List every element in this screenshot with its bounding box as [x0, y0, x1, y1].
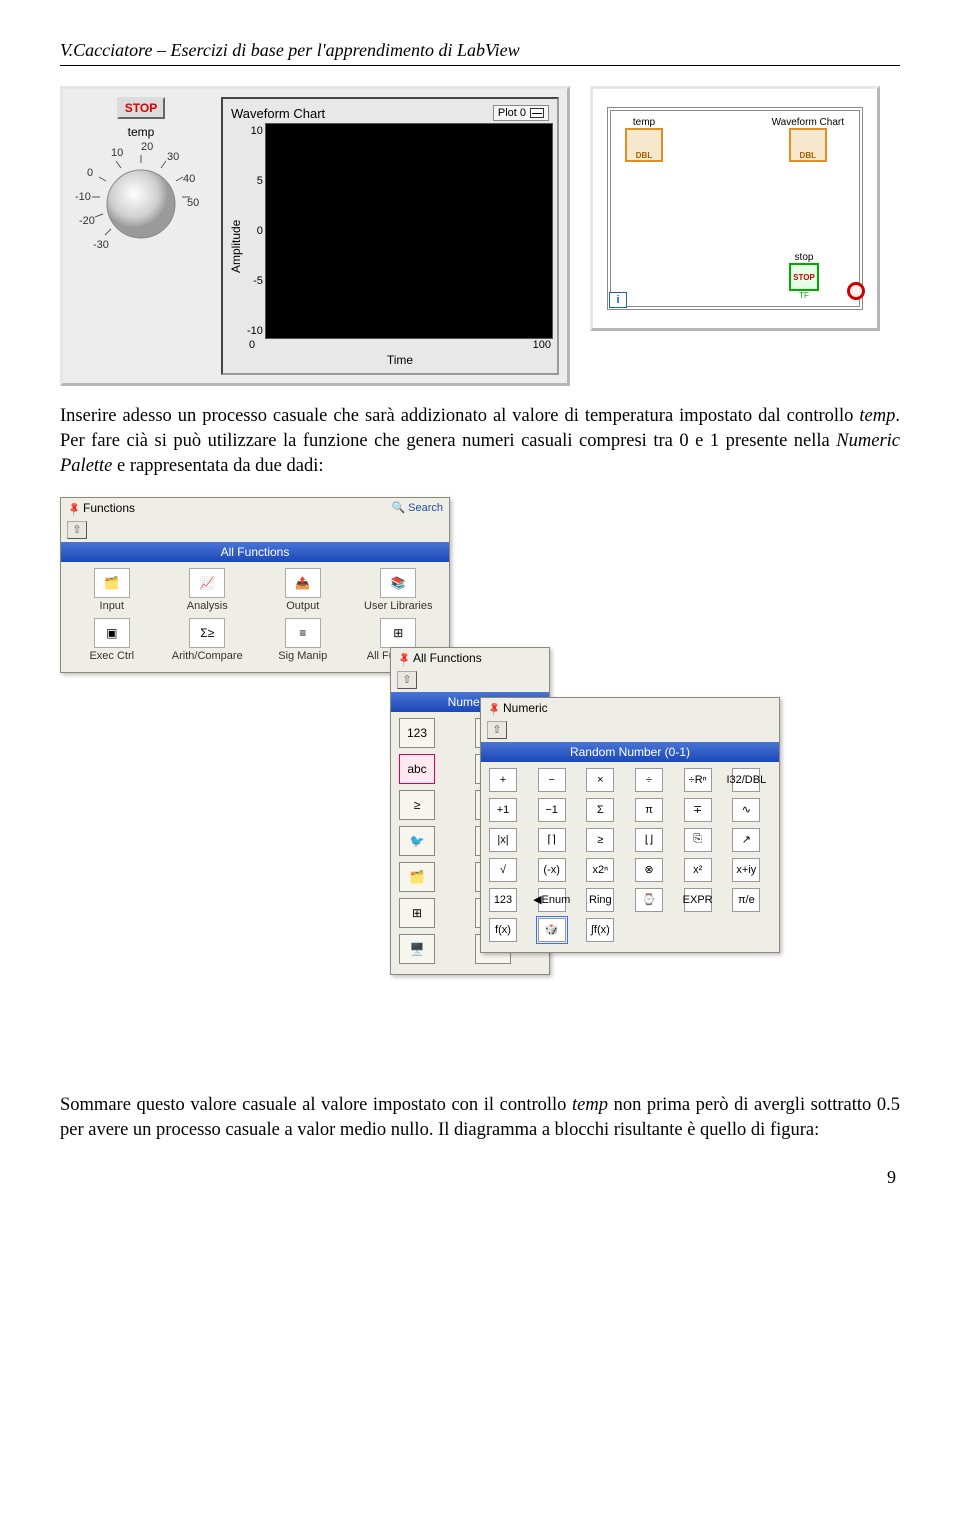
palette-stack: Functions Search ⇧ All Functions 🗂️Input…: [60, 497, 780, 1077]
round-icon[interactable]: ⌈⌉: [538, 828, 566, 852]
palette-item-analysis[interactable]: 📈Analysis: [165, 568, 251, 612]
palette-item-sig-manip[interactable]: ≡Sig Manip: [260, 618, 346, 662]
numeric-palette: Numeric ⇧ Random Number (0-1) + − × ÷ ÷R…: [480, 697, 780, 953]
expr-node-icon[interactable]: EXPR: [684, 888, 712, 912]
knob-label: temp: [128, 125, 155, 139]
sum-icon[interactable]: Σ: [586, 798, 614, 822]
scale-icon[interactable]: ⎘: [684, 828, 712, 852]
subpalette-item[interactable]: ⊞: [399, 898, 435, 928]
log-icon[interactable]: ↗: [732, 828, 760, 852]
paragraph-1: Inserire adesso un processo casuale che …: [60, 404, 900, 479]
floor-icon[interactable]: ⌊⌋: [635, 828, 663, 852]
bd-chart-label: Waveform Chart: [771, 117, 845, 128]
functions-bluebar: All Functions: [61, 542, 449, 562]
block-diagram: i temp DBL Waveform Chart DBL stop STOP …: [590, 86, 880, 331]
temp-control-icon: DBL: [625, 128, 663, 162]
complex-icon[interactable]: x+iy: [732, 858, 760, 882]
figure-row: STOP temp: [60, 86, 900, 386]
page-header: V.Cacciatore – Esercizi di base per l'ap…: [60, 40, 900, 66]
pi-icon[interactable]: π: [635, 798, 663, 822]
time-const-icon[interactable]: ⌚: [635, 888, 663, 912]
add-icon[interactable]: +: [489, 768, 517, 792]
quot-rem-icon[interactable]: ÷Rⁿ: [684, 768, 712, 792]
bd-temp-label: temp: [632, 117, 656, 128]
paragraph-2: Sommare questo valore casuale al valore …: [60, 1093, 900, 1143]
pin-icon[interactable]: [65, 499, 82, 516]
subtract-icon[interactable]: −: [538, 768, 566, 792]
plot-area: [265, 123, 553, 339]
ceil-icon[interactable]: ≥: [586, 828, 614, 852]
loop-stop-icon: [847, 282, 865, 300]
divide-icon[interactable]: ÷: [635, 768, 663, 792]
y-axis-label: Amplitude: [227, 123, 245, 369]
ring-const-icon[interactable]: Ring: [586, 888, 614, 912]
waveform-chart: Waveform Chart Plot 0 Amplitude 10 5 0: [221, 97, 559, 375]
pin-icon[interactable]: [485, 699, 502, 716]
palette-item-input[interactable]: 🗂️Input: [69, 568, 155, 612]
plot-legend[interactable]: Plot 0: [493, 105, 549, 121]
x-ticks: 0 100: [247, 339, 553, 351]
trig-icon[interactable]: ∿: [732, 798, 760, 822]
nav-up-icon[interactable]: ⇧: [487, 721, 507, 739]
formula-icon[interactable]: f(x): [489, 918, 517, 942]
y-ticks: 10 5 0 -5 -10: [247, 123, 265, 339]
numeric-grid: + − × ÷ ÷Rⁿ I32/DBL +1 −1 Σ π ∓ ∿ |x| ⌈⌉…: [481, 762, 779, 952]
sqrt-icon[interactable]: √: [489, 858, 517, 882]
search-link[interactable]: Search: [391, 501, 443, 514]
palette-item-output[interactable]: 📤Output: [260, 568, 346, 612]
line-style-icon: [530, 108, 544, 118]
scale2n-icon[interactable]: x2ⁿ: [586, 858, 614, 882]
square-icon[interactable]: x²: [684, 858, 712, 882]
stop-button[interactable]: STOP: [117, 97, 165, 119]
palette-title: Numeric: [503, 701, 548, 715]
bd-stop-label: stop: [794, 252, 815, 263]
negate-icon[interactable]: (-x): [538, 858, 566, 882]
conversion-icon[interactable]: I32/DBL: [732, 768, 760, 792]
x-axis-label: Time: [247, 351, 553, 369]
abs-icon[interactable]: |x|: [489, 828, 517, 852]
while-loop: i temp DBL Waveform Chart DBL stop STOP …: [607, 107, 863, 310]
temp-knob[interactable]: -30 -20 -10 0 10 20 30 40 50: [81, 139, 201, 259]
loop-index-icon: i: [609, 292, 627, 308]
nav-up-icon[interactable]: ⇧: [67, 521, 87, 539]
subpalette-item[interactable]: ≥: [399, 790, 435, 820]
stop-control-icon: STOP: [789, 263, 819, 291]
subpalette-item[interactable]: 🖥️: [399, 934, 435, 964]
subpalette-item[interactable]: abc: [399, 754, 435, 784]
palette-title: Functions: [83, 501, 135, 515]
subpalette-item[interactable]: 🗂️: [399, 862, 435, 892]
palette-item-arith-compare[interactable]: Σ≥Arith/Compare: [165, 618, 251, 662]
random-number-icon[interactable]: 🎲: [538, 918, 566, 942]
palette-item-exec-ctrl[interactable]: ▣Exec Ctrl: [69, 618, 155, 662]
nav-up-icon[interactable]: ⇧: [397, 671, 417, 689]
decrement-icon[interactable]: −1: [538, 798, 566, 822]
compound-icon[interactable]: ∓: [684, 798, 712, 822]
chart-title: Waveform Chart: [231, 106, 325, 121]
numeric-bluebar: Random Number (0-1): [481, 742, 779, 762]
page-number: 9: [60, 1167, 900, 1188]
subpalette-item[interactable]: 🐦: [399, 826, 435, 856]
numeric-const-icon[interactable]: 123: [489, 888, 517, 912]
pin-icon[interactable]: [395, 649, 412, 666]
integral-icon[interactable]: ∫f(x): [586, 918, 614, 942]
palette-title: All Functions: [413, 651, 482, 665]
front-panel: STOP temp: [60, 86, 570, 386]
palette-item-user-libraries[interactable]: 📚User Libraries: [356, 568, 442, 612]
chart-indicator-icon: DBL: [789, 128, 827, 162]
math-const-icon[interactable]: π/e: [732, 888, 760, 912]
enum-const-icon[interactable]: ◀Enum: [538, 888, 566, 912]
increment-icon[interactable]: +1: [489, 798, 517, 822]
multiply-icon[interactable]: ×: [586, 768, 614, 792]
sign-icon[interactable]: ⊗: [635, 858, 663, 882]
subpalette-item[interactable]: 123: [399, 718, 435, 748]
